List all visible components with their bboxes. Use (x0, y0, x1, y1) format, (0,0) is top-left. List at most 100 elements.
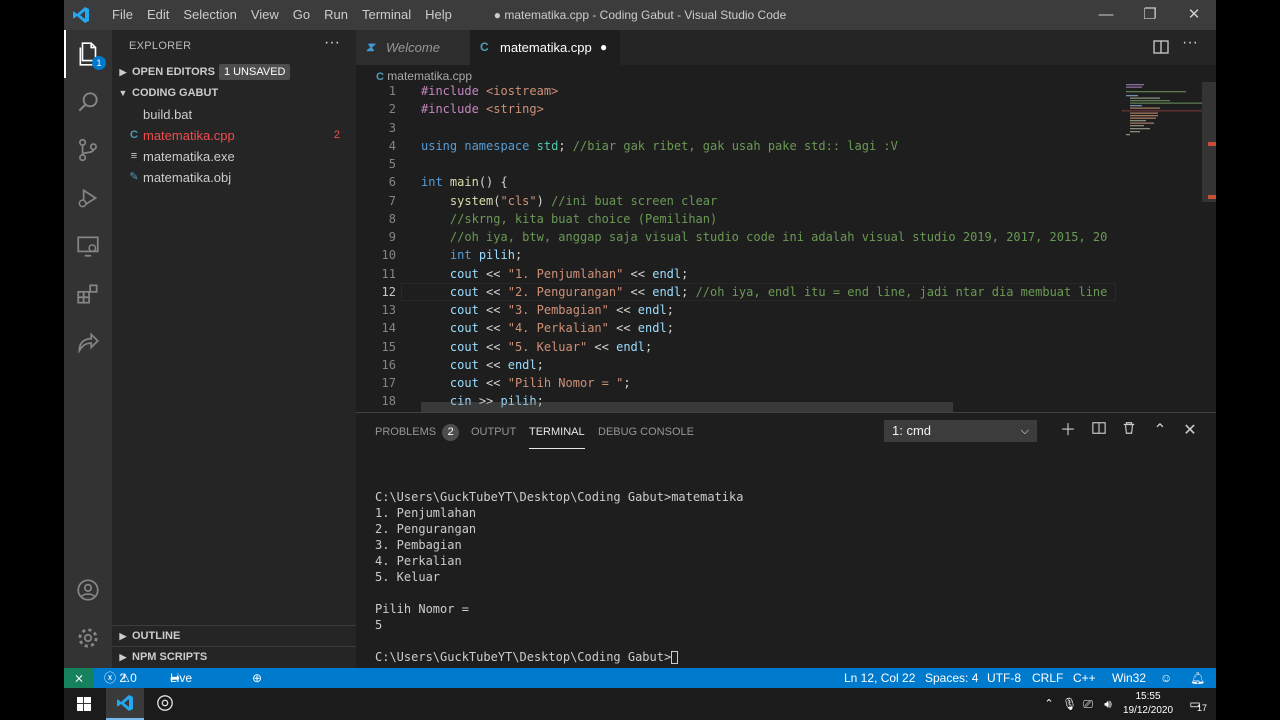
source-control-activity[interactable] (64, 126, 112, 174)
menu-terminal[interactable]: Terminal (355, 0, 418, 30)
code-line[interactable]: cout << "4. Perkalian" << endl; (421, 319, 674, 337)
tab-matematika-cpp[interactable]: C matematika.cpp ● (470, 30, 620, 65)
menu-selection[interactable]: Selection (176, 0, 243, 30)
problems-badge: 2 (442, 424, 460, 441)
vscode-taskbar-icon[interactable] (106, 688, 144, 720)
platform-config[interactable]: Win32 (1112, 668, 1146, 688)
menu-view[interactable]: View (244, 0, 286, 30)
horizontal-scrollbar[interactable] (421, 402, 953, 412)
tab-terminal[interactable]: TERMINAL (529, 413, 585, 449)
close-window-button[interactable]: ✕ (1172, 0, 1216, 30)
tab-label: TERMINAL (529, 426, 585, 438)
end-of-line[interactable]: CRLF (1032, 668, 1063, 688)
live-share-activity[interactable] (64, 318, 112, 366)
editor-area: ⧗ Welcome C matematika.cpp ● ··· C matem… (356, 30, 1216, 412)
split-editor-icon[interactable] (1152, 38, 1170, 56)
code-line[interactable]: //skrng, kita buat choice (Pemilihan) (421, 210, 717, 228)
remote-explorer-activity[interactable] (64, 222, 112, 270)
maximize-panel-icon[interactable]: ⌃ (1150, 421, 1170, 441)
npm-scripts-section[interactable]: ▶ NPM SCRIPTS (112, 646, 356, 668)
line-number: 2 (388, 102, 396, 117)
remote-indicator-icon[interactable]: ⨯ (64, 668, 94, 688)
file-name: matematika.exe (143, 149, 235, 164)
source-control-icon (79, 138, 97, 162)
minimap[interactable] (1122, 82, 1202, 412)
file-item-matematika-obj[interactable]: ✎ matematika.obj (112, 167, 356, 188)
language-mode[interactable]: C++ (1073, 668, 1096, 688)
terminal-select-value: 1: cmd (892, 423, 932, 438)
terminal-line: 3. Pembagian (375, 538, 462, 552)
microphone-icon[interactable]: 🎙︎ (1062, 688, 1077, 720)
outline-label: OUTLINE (132, 630, 181, 642)
more-actions-icon[interactable]: ··· (1182, 34, 1198, 52)
code-editor[interactable]: 1 #include <iostream> 2 #include <string> 3 4… (356, 82, 1116, 412)
network-icon[interactable]: ⎚ (1080, 688, 1096, 720)
encoding[interactable]: UTF-8 (987, 668, 1021, 688)
file-item-matematika-exe[interactable]: ≡ matematika.exe (112, 146, 356, 167)
chevron-up-icon[interactable]: ⌃ (1042, 688, 1056, 720)
file-item-matematika-cpp[interactable]: C matematika.cpp 2 (112, 125, 356, 146)
tab-problems[interactable]: PROBLEMS 2 (375, 413, 460, 449)
terminal-line: 4. Perkalian (375, 554, 462, 568)
menu-run[interactable]: Run (317, 0, 355, 30)
indentation[interactable]: Spaces: 4 (925, 668, 978, 688)
extensions-activity[interactable] (64, 270, 112, 318)
menu-edit[interactable]: Edit (140, 0, 176, 30)
right-letterbox (1216, 0, 1280, 720)
code-line[interactable]: using namespace std; //biar gak ribet, g… (421, 137, 898, 155)
clock-time: 15:55 (1135, 691, 1161, 702)
chrome-taskbar-icon[interactable] (146, 688, 184, 720)
code-line[interactable]: cout << "5. Keluar" << endl; (421, 338, 652, 356)
folder-section[interactable]: ▼ CODING GABUT (112, 83, 356, 104)
code-line[interactable]: cout << endl; (421, 356, 544, 374)
new-terminal-icon[interactable]: ＋ (1058, 421, 1078, 441)
code-line[interactable]: #include <iostream> (421, 82, 558, 100)
tab-welcome[interactable]: ⧗ Welcome (356, 30, 470, 65)
cursor-position[interactable]: Ln 12, Col 22 (844, 668, 915, 688)
open-editors-section[interactable]: ▶ OPEN EDITORS 1 UNSAVED (112, 62, 356, 83)
code-line[interactable]: cout << "Pilih Nomor = "; (421, 374, 631, 392)
code-line[interactable]: cout << "1. Penjumlahan" << endl; (421, 265, 688, 283)
unsaved-dot-icon[interactable]: ● (600, 30, 607, 65)
unsaved-badge: 1 UNSAVED (218, 64, 291, 80)
more-actions-icon[interactable]: ··· (324, 34, 340, 52)
menu-go[interactable]: Go (286, 0, 317, 30)
search-activity[interactable] (64, 78, 112, 126)
manage-activity[interactable] (64, 614, 112, 662)
outline-section[interactable]: ▶ OUTLINE (112, 625, 356, 647)
trash-icon[interactable] (1119, 421, 1139, 441)
feedback-icon[interactable]: ☺ (1160, 668, 1172, 688)
tab-debug-console[interactable]: DEBUG CONSOLE (598, 413, 694, 449)
terminal-output[interactable]: C:\Users\GuckTubeYT\Desktop\Coding Gabut… (375, 489, 743, 665)
chevron-right-icon: ▶ (119, 631, 127, 641)
globe-icon[interactable]: ⊕ (252, 668, 262, 688)
code-line[interactable]: //oh iya, btw, anggap saja visual studio… (421, 228, 1107, 246)
vscode-logo-icon (73, 7, 89, 23)
code-line[interactable]: int main() { (421, 173, 508, 191)
problems-status[interactable]: ⓧ 2 ⚠ 0 (104, 668, 137, 688)
explorer-activity[interactable]: 1 (64, 30, 112, 78)
split-terminal-icon[interactable] (1089, 421, 1109, 441)
windows-start-icon[interactable] (64, 688, 104, 720)
code-line[interactable]: #include <string> (421, 100, 544, 118)
tab-label: DEBUG CONSOLE (598, 426, 694, 438)
restore-button[interactable]: ❐ (1128, 0, 1172, 30)
minimize-button[interactable]: — (1084, 0, 1128, 30)
file-item-build[interactable]: build.bat (112, 104, 356, 125)
terminal-select[interactable]: 1: cmd ⌵ (884, 420, 1037, 442)
notifications-bell-icon[interactable]: 🔔︎ (1190, 668, 1205, 688)
action-center-icon[interactable]: ▭ 17 (1180, 688, 1210, 720)
menu-file[interactable]: File (105, 0, 140, 30)
code-line[interactable]: cout << "2. Pengurangan" << endl; //oh i… (421, 283, 1107, 301)
run-debug-activity[interactable] (64, 174, 112, 222)
tab-output[interactable]: OUTPUT (471, 413, 516, 449)
volume-icon[interactable]: 🔊︎ (1100, 688, 1116, 720)
code-line[interactable]: system("cls") //ini buat screen clear (421, 192, 717, 210)
menu-help[interactable]: Help (418, 0, 459, 30)
code-line[interactable]: cout << "3. Pembagian" << endl; (421, 301, 674, 319)
accounts-activity[interactable] (64, 566, 112, 614)
close-panel-icon[interactable]: ✕ (1180, 421, 1200, 441)
code-line[interactable]: int pilih; (421, 246, 522, 264)
activity-bar: 1 (64, 30, 112, 668)
clock[interactable]: 15:55 19/12/2020 (1118, 688, 1178, 720)
